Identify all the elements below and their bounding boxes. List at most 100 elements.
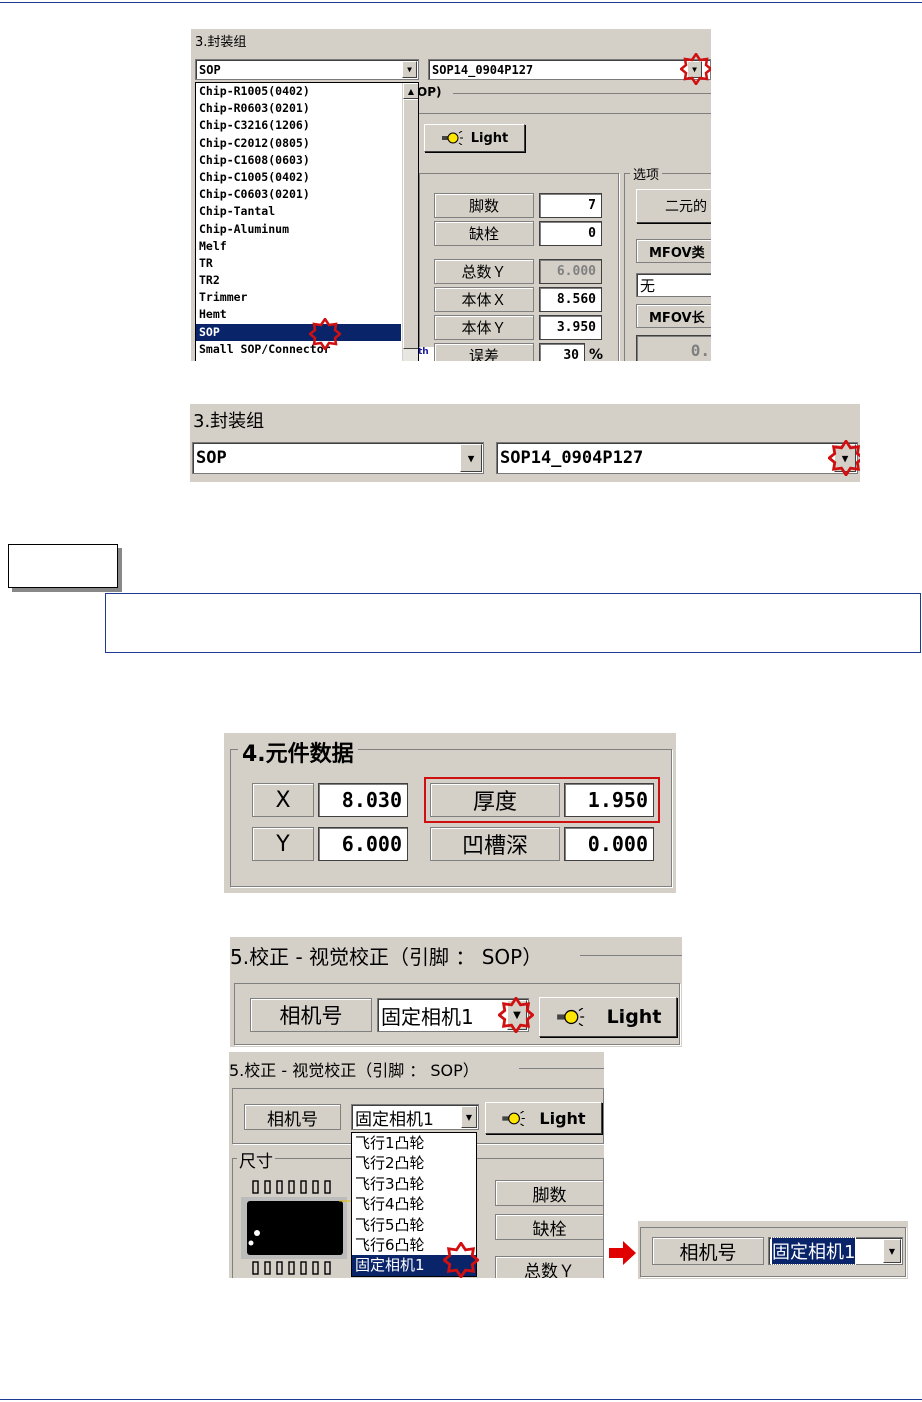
scroll-thumb[interactable]	[403, 99, 418, 349]
dropdown-arrow-icon[interactable]: ▼	[883, 1239, 901, 1263]
header-rule	[0, 2, 922, 3]
screenshot-package-group: 3.封装组 SOP ▼ SOP14_0904P127 ▼	[190, 404, 860, 482]
sop-chip-illustration	[241, 1180, 351, 1275]
package-combo[interactable]: SOP14_0904P127 ▼	[428, 59, 711, 80]
body-x-value[interactable]: 8.560	[539, 287, 602, 312]
list-item[interactable]: Melf	[196, 238, 401, 255]
list-item[interactable]: Chip-C2012(0805)	[196, 135, 401, 152]
pin-count-label: 脚数	[495, 1180, 604, 1206]
list-item[interactable]: TR	[196, 255, 401, 272]
list-item[interactable]: Chip-C0603(0201)	[196, 186, 401, 203]
camera-option[interactable]: 飞行2凸轮	[352, 1153, 476, 1173]
camera-combo[interactable]: 固定相机1 ▼	[351, 1104, 479, 1130]
light-button[interactable]: Light	[539, 997, 677, 1037]
groove-depth-value[interactable]: 0.000	[564, 827, 654, 861]
group-title-partial: OP)	[417, 85, 442, 99]
dropdown-arrow-icon[interactable]: ▼	[402, 61, 417, 78]
footer-rule	[0, 1399, 922, 1400]
light-bulb-icon	[502, 1110, 526, 1126]
options-title: 选项	[630, 164, 663, 183]
screenshot-calibration: 5.校正 - 视觉校正（引脚 ： SOP） 相机号 固定相机1 ▼ Light	[230, 937, 682, 1047]
red-arrow-right-icon	[609, 1241, 636, 1265]
x-label: X	[252, 783, 314, 817]
x-value[interactable]: 8.030	[318, 783, 408, 817]
group-title: 3.封装组	[195, 35, 247, 50]
list-item[interactable]: Small SOP/Connector	[196, 341, 401, 358]
y-value[interactable]: 6.000	[318, 827, 408, 861]
binary-button[interactable]: 二元的	[636, 189, 711, 223]
camera-option[interactable]: 飞行5凸轮	[352, 1215, 476, 1235]
group-title: 4.元件数据	[238, 736, 358, 768]
note-label-box	[8, 544, 118, 588]
camera-combo-value: 固定相机1	[381, 1004, 474, 1029]
missing-pin-label: 缺栓	[434, 221, 534, 246]
light-label: Light	[470, 130, 509, 146]
light-label: Light	[606, 1006, 662, 1028]
list-item[interactable]: Trimmer	[196, 289, 401, 306]
light-button[interactable]: Light	[424, 124, 525, 152]
side-tab: th	[418, 347, 434, 361]
divider	[580, 955, 682, 956]
list-item[interactable]: Chip-R0603(0201)	[196, 100, 401, 117]
screenshot-camera-dropdown: 5.校正 - 视觉校正（引脚 ： SOP） 相机号 固定相机1 ▼ Light …	[229, 1052, 604, 1278]
note-content-box	[105, 593, 921, 653]
camera-option[interactable]: 飞行3凸轮	[352, 1174, 476, 1194]
list-scrollbar[interactable]: ▲	[402, 83, 418, 361]
list-item[interactable]: TR2	[196, 272, 401, 289]
red-star-marker-icon	[680, 53, 711, 85]
list-item[interactable]: Hemt	[196, 306, 401, 323]
highlight-box	[424, 777, 660, 823]
group-title: 5.校正 - 视觉校正（引脚 ： SOP）	[230, 945, 543, 969]
camera-label: 相机号	[244, 1104, 341, 1130]
group-title: 3.封装组	[193, 411, 265, 432]
mfov-combo[interactable]: 无	[636, 273, 711, 297]
list-item[interactable]: Chip-R1005(0402)	[196, 83, 401, 100]
dropdown-arrow-icon[interactable]: ▼	[461, 1106, 477, 1128]
size-title: 尺寸	[237, 1147, 275, 1172]
light-bulb-icon	[441, 131, 463, 145]
list-item[interactable]: Chip-Aluminum	[196, 221, 401, 238]
type-combo-value: SOP	[196, 448, 227, 468]
package-combo-value: SOP14_0904P127	[432, 62, 534, 77]
missing-pin-value[interactable]: 0	[539, 221, 602, 246]
group-title-text: 4.元件数据	[242, 742, 354, 767]
groove-depth-label: 凹槽深	[430, 827, 560, 861]
total-y-value: 6.000	[539, 259, 602, 284]
red-star-marker-icon	[498, 997, 534, 1033]
tolerance-label: 误差	[434, 343, 534, 361]
pin-count-value[interactable]: 7	[539, 193, 602, 218]
red-star-marker-icon	[443, 1242, 479, 1278]
divider	[453, 93, 711, 94]
red-star-marker-icon	[309, 318, 341, 350]
group-title: 5.校正 - 视觉校正（引脚 ： SOP）	[229, 1061, 479, 1080]
dropdown-arrow-icon[interactable]: ▼	[460, 444, 482, 472]
total-y-label: 总数Ｙ	[434, 259, 534, 284]
package-type-list[interactable]: Chip-R1005(0402) Chip-R0603(0201) Chip-C32…	[195, 82, 419, 361]
screenshot-component-data: 4.元件数据 X 8.030 厚度 1.950 Y 6.000 凹槽深 0.00…	[224, 733, 676, 893]
camera-label: 相机号	[652, 1237, 764, 1265]
body-y-value[interactable]: 3.950	[539, 315, 602, 340]
package-combo-value: SOP14_0904P127	[500, 448, 644, 468]
list-item[interactable]: SOP	[196, 323, 401, 341]
scroll-up-arrow-icon[interactable]: ▲	[403, 83, 418, 99]
list-item[interactable]: Chip-C1608(0603)	[196, 152, 401, 169]
pin-count-label: 脚数	[434, 193, 534, 218]
camera-combo-value: 固定相机1	[355, 1109, 434, 1130]
body-y-label: 本体Ｙ	[434, 315, 534, 340]
body-x-label: 本体Ｘ	[434, 287, 534, 312]
tolerance-value[interactable]: 30	[539, 343, 585, 361]
type-combo[interactable]: SOP ▼	[192, 442, 484, 474]
list-item[interactable]: Chip-C1005(0402)	[196, 169, 401, 186]
light-button[interactable]: Light	[485, 1102, 602, 1134]
red-star-marker-icon	[828, 440, 860, 476]
camera-combo[interactable]: 固定相机1 ▼	[768, 1237, 903, 1265]
screenshot-package-list: 3.封装组 SOP ▼ SOP14_0904P127 ▼ OP) Light 选…	[191, 29, 711, 361]
list-item[interactable]: Chip-Tantal	[196, 203, 401, 220]
light-bulb-icon	[556, 1008, 584, 1026]
camera-option[interactable]: 飞行4凸轮	[352, 1194, 476, 1214]
list-item[interactable]: Chip-C3216(1206)	[196, 117, 401, 134]
camera-combo-value: 固定相机1	[770, 1237, 857, 1265]
type-combo[interactable]: SOP ▼	[195, 59, 419, 80]
package-combo[interactable]: SOP14_0904P127 ▼	[496, 442, 858, 474]
camera-option[interactable]: 飞行1凸轮	[352, 1133, 476, 1153]
